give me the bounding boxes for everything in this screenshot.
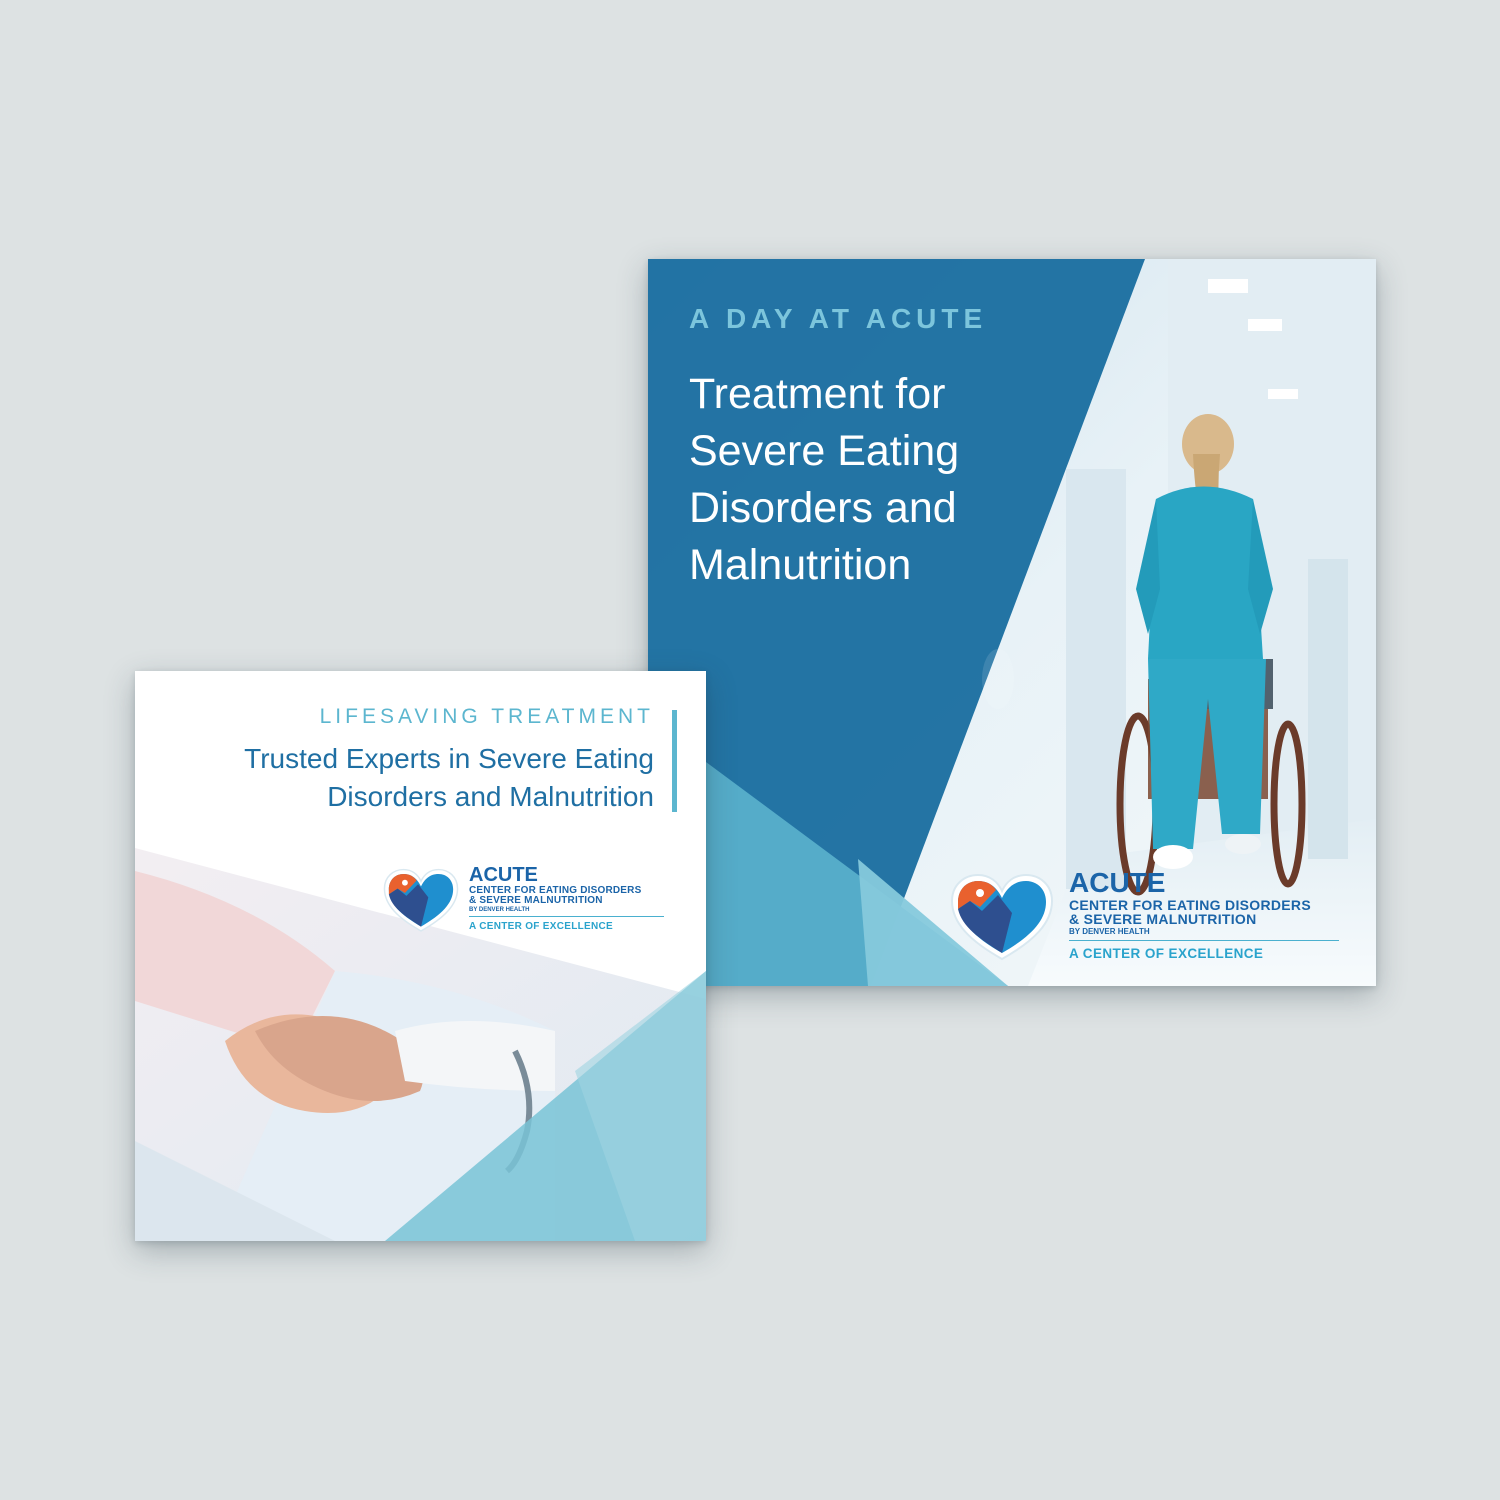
logo-line-2: & SEVERE MALNUTRITION [469,895,603,906]
eyebrow-heading: A DAY AT ACUTE [689,303,988,334]
card-title: Trusted Experts in Severe Eating Disorde… [244,743,654,812]
logo-byline: BY DENVER HEALTH [469,907,530,913]
card-title: Treatment for Severe Eating Disorders an… [689,370,960,589]
logo-acute-text: ACUTE [1069,867,1166,898]
brochure-card-lifesaving-treatment: LIFESAVING TREATMENT Trusted Experts in … [135,671,706,1241]
logo-line-1: CENTER FOR EATING DISORDERS [1069,897,1311,913]
logo-tagline: A CENTER OF EXCELLENCE [469,921,614,932]
accent-bar [672,710,677,812]
logo-divider [1069,940,1339,941]
eyebrow-heading: LIFESAVING TREATMENT [319,705,654,728]
logo-divider [469,916,664,917]
brochure-card-day-at-acute: A DAY AT ACUTE Treatment for Severe Eati… [648,259,1376,986]
heart-mountain-icon [383,868,459,932]
logo-byline: BY DENVER HEALTH [1069,927,1150,936]
logo-acute-text: ACUTE [469,864,538,886]
heart-mountain-icon [950,873,1054,961]
logo-tagline: A CENTER OF EXCELLENCE [1069,946,1264,961]
acute-logo: ACUTE CENTER FOR EATING DISORDERS & SEVE… [383,864,683,948]
logo-line-2: & SEVERE MALNUTRITION [1069,911,1257,927]
acute-logo: ACUTE CENTER FOR EATING DISORDERS & SEVE… [950,868,1350,973]
